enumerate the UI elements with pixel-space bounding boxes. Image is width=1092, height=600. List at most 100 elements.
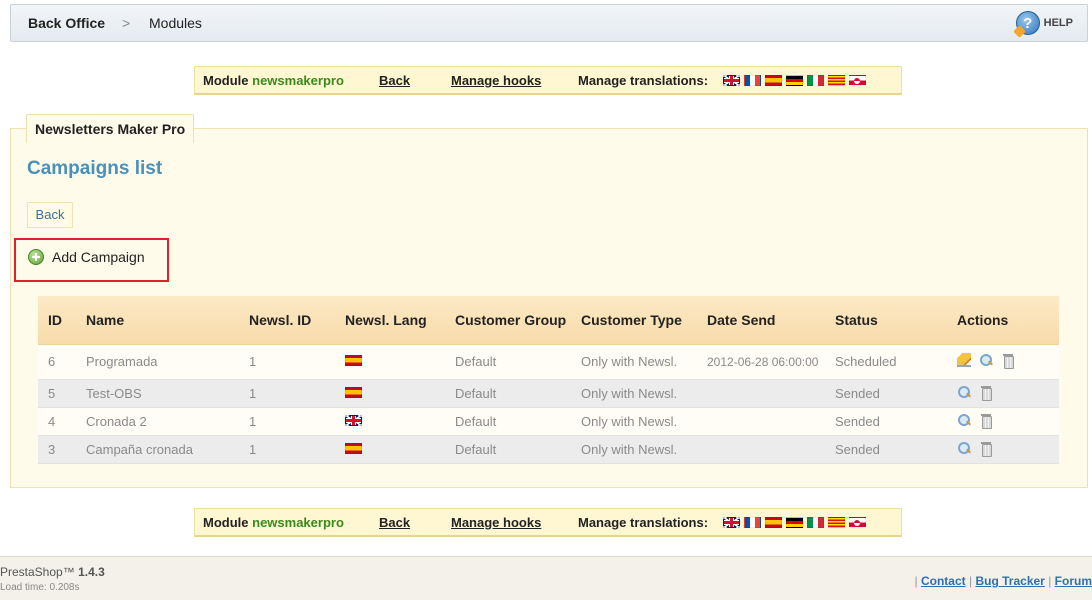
breadcrumb-separator: > bbox=[122, 15, 131, 31]
cell-name: Programada bbox=[76, 344, 239, 380]
de-flag-icon[interactable] bbox=[786, 517, 803, 528]
help-icon: ? bbox=[1015, 11, 1040, 35]
view-icon[interactable] bbox=[957, 413, 971, 427]
cell-actions bbox=[947, 407, 1059, 436]
gb-flag-icon bbox=[345, 414, 362, 426]
gl-flag-icon[interactable] bbox=[849, 75, 866, 86]
table-row: 5 Test-OBS 1 Default Only with Newsl. Se… bbox=[38, 379, 1059, 408]
gb-flag-icon[interactable] bbox=[723, 517, 740, 528]
help-button[interactable]: ? HELP bbox=[1015, 11, 1073, 35]
cell-id: 5 bbox=[38, 379, 76, 408]
column-header: ID bbox=[38, 296, 76, 345]
cell-type: Only with Newsl. bbox=[571, 407, 697, 436]
de-flag-icon[interactable] bbox=[786, 75, 803, 86]
module-back-link[interactable]: Back bbox=[379, 73, 410, 88]
column-header: Status bbox=[825, 296, 947, 345]
column-header: Newsl. ID bbox=[239, 296, 335, 345]
view-icon[interactable] bbox=[957, 441, 971, 455]
cell-date bbox=[697, 407, 825, 436]
panel-legend: Newsletters Maker Pro bbox=[26, 114, 195, 143]
module-name-label: Module newsmakerpro bbox=[203, 515, 344, 530]
breadcrumb-modules[interactable]: Modules bbox=[149, 15, 202, 31]
ca-flag-icon[interactable] bbox=[828, 75, 845, 86]
edit-icon[interactable] bbox=[957, 353, 971, 367]
ca-flag-icon[interactable] bbox=[828, 517, 845, 528]
module-back-link[interactable]: Back bbox=[379, 515, 410, 530]
gl-flag-icon[interactable] bbox=[849, 517, 866, 528]
module-name: newsmakerpro bbox=[252, 72, 344, 88]
module-toolbar-top: Module newsmakerpro Back Manage hooks Ma… bbox=[194, 66, 902, 95]
es-flag-icon[interactable] bbox=[765, 75, 782, 86]
cell-newsl-id: 1 bbox=[239, 379, 335, 408]
column-header: Newsl. Lang bbox=[335, 296, 445, 345]
cell-actions bbox=[947, 379, 1059, 408]
cell-date: 2012-06-28 06:00:00 bbox=[697, 344, 825, 380]
help-label: HELP bbox=[1043, 17, 1073, 29]
delete-icon[interactable] bbox=[1001, 353, 1015, 369]
load-time: Load time: 0.208s bbox=[0, 582, 80, 593]
contact-link[interactable]: Contact bbox=[921, 574, 966, 588]
column-header: Actions bbox=[947, 296, 1059, 345]
cell-status: Sended bbox=[825, 435, 947, 464]
cell-status: Sended bbox=[825, 407, 947, 436]
cell-group: Default bbox=[445, 435, 571, 464]
manage-translations-label: Manage translations: bbox=[578, 514, 709, 530]
breadcrumb-back-office[interactable]: Back Office bbox=[28, 15, 105, 31]
footer: PrestaShop™ 1.4.3 Load time: 0.208s | Co… bbox=[0, 556, 1092, 600]
es-flag-icon bbox=[345, 386, 362, 398]
cell-id: 4 bbox=[38, 407, 76, 436]
manage-hooks-link[interactable]: Manage hooks bbox=[451, 73, 541, 88]
bug-tracker-link[interactable]: Bug Tracker bbox=[975, 574, 1044, 588]
es-flag-icon bbox=[345, 355, 362, 366]
translation-flags bbox=[723, 75, 866, 86]
es-flag-icon[interactable] bbox=[765, 517, 782, 528]
page-title: Campaigns list bbox=[27, 158, 163, 179]
delete-icon[interactable] bbox=[979, 385, 993, 401]
table-row: 4 Cronada 2 1 Default Only with Newsl. S… bbox=[38, 407, 1059, 436]
cell-newsl-id: 1 bbox=[239, 344, 335, 380]
table-header-row: ID Name Newsl. ID Newsl. Lang Customer G… bbox=[38, 296, 1059, 345]
back-button[interactable]: Back bbox=[27, 202, 73, 228]
cell-newsl-id: 1 bbox=[239, 407, 335, 436]
cell-date bbox=[697, 435, 825, 464]
it-flag-icon[interactable] bbox=[807, 75, 824, 86]
footer-separator: | bbox=[1048, 574, 1052, 588]
forum-link[interactable]: Forum bbox=[1055, 574, 1092, 588]
view-icon[interactable] bbox=[957, 385, 971, 399]
cell-name: Test-OBS bbox=[76, 379, 239, 408]
it-flag-icon[interactable] bbox=[807, 517, 824, 528]
column-header: Customer Group bbox=[445, 296, 571, 345]
version-label: PrestaShop™ 1.4.3 bbox=[0, 565, 105, 579]
column-header: Name bbox=[76, 296, 239, 345]
add-campaign-label: Add Campaign bbox=[52, 249, 145, 265]
manage-hooks-link[interactable]: Manage hooks bbox=[451, 515, 541, 530]
add-campaign-button[interactable]: Add Campaign bbox=[28, 249, 145, 265]
es-flag-icon bbox=[345, 442, 362, 454]
cell-name: Campaña cronada bbox=[76, 435, 239, 464]
gb-flag-icon[interactable] bbox=[723, 75, 740, 86]
fr-flag-icon[interactable] bbox=[744, 75, 761, 86]
cell-type: Only with Newsl. bbox=[571, 344, 697, 380]
view-icon[interactable] bbox=[979, 353, 993, 367]
cell-actions bbox=[947, 344, 1059, 380]
add-icon bbox=[28, 249, 44, 265]
fr-flag-icon[interactable] bbox=[744, 517, 761, 528]
table-row: 3 Campaña cronada 1 Default Only with Ne… bbox=[38, 435, 1059, 464]
cell-group: Default bbox=[445, 344, 571, 380]
top-header-bar: Back Office > Modules ? HELP bbox=[10, 4, 1088, 42]
cell-status: Sended bbox=[825, 379, 947, 408]
module-toolbar-bottom: Module newsmakerpro Back Manage hooks Ma… bbox=[194, 508, 902, 537]
cell-type: Only with Newsl. bbox=[571, 435, 697, 464]
manage-translations-label: Manage translations: bbox=[578, 72, 709, 88]
delete-icon[interactable] bbox=[979, 413, 993, 429]
delete-icon[interactable] bbox=[979, 441, 993, 457]
column-header: Customer Type bbox=[571, 296, 697, 345]
cell-name: Cronada 2 bbox=[76, 407, 239, 436]
cell-actions bbox=[947, 435, 1059, 464]
cell-group: Default bbox=[445, 379, 571, 408]
module-name-label: Module newsmakerpro bbox=[203, 73, 344, 88]
module-prefix: Module bbox=[203, 72, 249, 88]
version-number: 1.4.3 bbox=[78, 565, 105, 579]
cell-id: 3 bbox=[38, 435, 76, 464]
cell-date bbox=[697, 379, 825, 408]
